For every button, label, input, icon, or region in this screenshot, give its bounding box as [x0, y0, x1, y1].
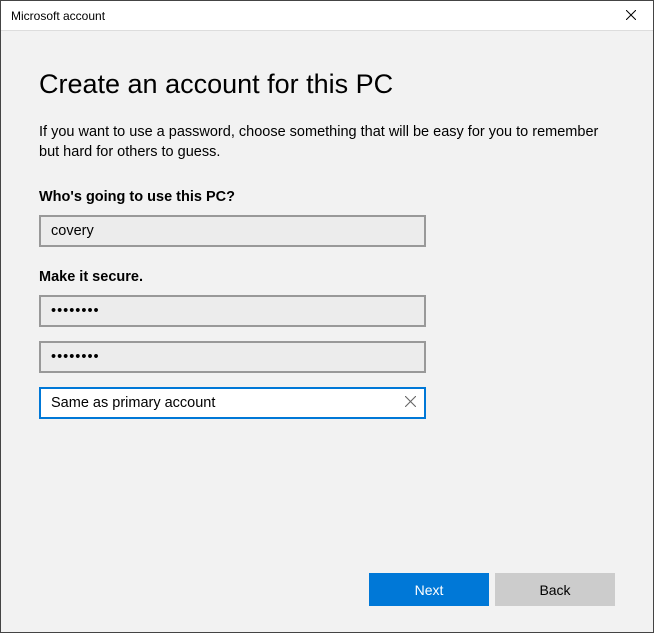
window-title: Microsoft account — [11, 9, 105, 23]
username-label: Who's going to use this PC? — [39, 189, 615, 205]
page-description: If you want to use a password, choose so… — [39, 122, 615, 163]
username-group: Who's going to use this PC? — [39, 189, 615, 247]
content-area: Create an account for this PC If you wan… — [1, 31, 653, 632]
hint-wrapper — [39, 387, 426, 419]
next-button[interactable]: Next — [369, 573, 489, 606]
clear-hint-button[interactable] — [400, 393, 420, 413]
titlebar: Microsoft account — [1, 1, 653, 31]
close-icon — [626, 7, 636, 25]
secure-label: Make it secure. — [39, 269, 615, 285]
close-button[interactable] — [608, 1, 653, 31]
username-input[interactable] — [39, 215, 426, 247]
confirm-password-input[interactable] — [39, 341, 426, 373]
secure-group: Make it secure. — [39, 269, 615, 419]
dialog-window: Microsoft account Create an account for … — [0, 0, 654, 633]
password-hint-input[interactable] — [39, 387, 426, 419]
back-button[interactable]: Back — [495, 573, 615, 606]
page-heading: Create an account for this PC — [39, 69, 615, 100]
clear-icon — [405, 394, 416, 412]
password-input[interactable] — [39, 295, 426, 327]
footer-buttons: Next Back — [369, 573, 615, 606]
